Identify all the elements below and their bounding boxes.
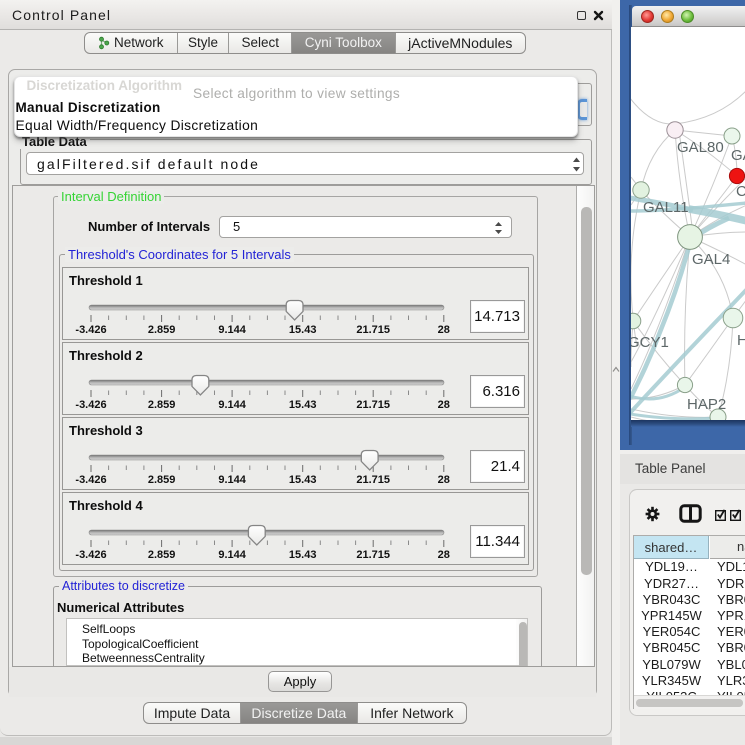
svg-text:2.859: 2.859 (148, 399, 176, 411)
svg-text:GCY1: GCY1 (631, 334, 669, 351)
svg-text:2.859: 2.859 (148, 324, 176, 336)
svg-text:-3.426: -3.426 (75, 474, 106, 486)
svg-text:15.43: 15.43 (289, 474, 317, 486)
svg-text:28: 28 (438, 324, 450, 336)
svg-text:21.715: 21.715 (356, 549, 390, 561)
svg-text:21.715: 21.715 (356, 399, 390, 411)
svg-text:15.43: 15.43 (289, 399, 317, 411)
svg-text:2.859: 2.859 (148, 549, 176, 561)
svg-text:2.859: 2.859 (148, 474, 176, 486)
svg-text:-3.426: -3.426 (75, 399, 106, 411)
svg-text:21.715: 21.715 (356, 324, 390, 336)
svg-text:28: 28 (438, 474, 450, 486)
svg-text:-3.426: -3.426 (75, 324, 106, 336)
svg-text:-3.426: -3.426 (75, 549, 106, 561)
svg-text:H: H (737, 332, 745, 349)
svg-text:15.43: 15.43 (289, 324, 317, 336)
svg-text:C: C (736, 183, 745, 200)
svg-text:15.43: 15.43 (289, 549, 317, 561)
svg-text:9.144: 9.144 (218, 399, 246, 411)
svg-text:GAL80: GAL80 (677, 139, 724, 156)
svg-text:GAL4: GAL4 (692, 251, 730, 268)
svg-text:28: 28 (438, 399, 450, 411)
svg-text:9.144: 9.144 (218, 324, 246, 336)
svg-text:9.144: 9.144 (218, 474, 246, 486)
svg-text:HAP2: HAP2 (687, 396, 726, 413)
svg-text:GA: GA (731, 147, 745, 164)
svg-text:28: 28 (438, 549, 450, 561)
svg-text:21.715: 21.715 (356, 474, 390, 486)
svg-text:9.144: 9.144 (218, 549, 246, 561)
svg-text:GAL11: GAL11 (643, 199, 689, 216)
